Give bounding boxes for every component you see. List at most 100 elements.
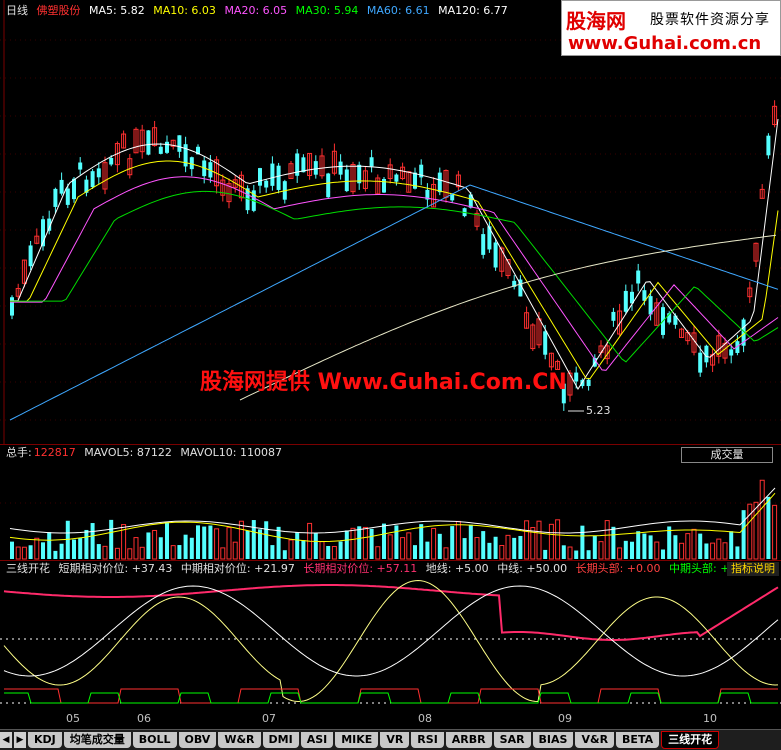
low-price-label: 5.23 bbox=[586, 404, 611, 417]
candle-down bbox=[698, 352, 703, 373]
period-label: 日线 bbox=[6, 4, 28, 17]
volume-bar-down bbox=[437, 533, 442, 559]
volume-bar-down bbox=[493, 536, 498, 559]
volume-bar-down bbox=[586, 550, 591, 559]
ma20-line bbox=[10, 176, 779, 371]
volume-bar-up bbox=[716, 538, 722, 560]
candle-down bbox=[574, 372, 579, 382]
candle-down bbox=[72, 178, 76, 200]
tab-dmi[interactable]: DMI bbox=[262, 732, 299, 748]
candle-down bbox=[270, 163, 275, 186]
tab-three-line[interactable]: 三线开花 bbox=[661, 731, 720, 749]
candle-down bbox=[344, 169, 349, 192]
volume-bar-down bbox=[78, 538, 83, 559]
month-label: 05 bbox=[66, 712, 80, 725]
volume-bar-up bbox=[617, 547, 623, 560]
candle-down bbox=[382, 178, 386, 193]
volume-bar-down bbox=[543, 549, 548, 559]
volume-bar-down bbox=[382, 523, 386, 559]
tab-bias[interactable]: BIAS bbox=[532, 732, 574, 748]
volume-bar-down bbox=[369, 528, 374, 559]
tab-obv[interactable]: OBV bbox=[178, 732, 217, 748]
volume-bar-up bbox=[331, 546, 337, 560]
candle-down bbox=[109, 157, 114, 165]
volume-bar-down bbox=[270, 545, 275, 559]
tab-avg-volume[interactable]: 均笔成交量 bbox=[63, 732, 131, 748]
volume-bar-down bbox=[741, 510, 746, 559]
center-watermark: 股海网提供 Www.Guhai.Com.CN bbox=[200, 370, 567, 395]
tab-sar[interactable]: SAR bbox=[493, 732, 531, 748]
tab-asi[interactable]: ASI bbox=[300, 732, 334, 748]
month-label: 09 bbox=[558, 712, 572, 725]
indicator-ground: 地线: +5.00 bbox=[425, 562, 489, 575]
volume-bar-down bbox=[642, 533, 647, 559]
watermark-slogan: 股票软件资源分享 bbox=[650, 12, 770, 28]
volume-bar-down bbox=[301, 540, 306, 559]
volume-pane[interactable]: 总手: 122817 MAVOL5: 87122 MAVOL10: 110087 … bbox=[0, 444, 781, 560]
volume-bar-up bbox=[238, 520, 244, 560]
volume-bar-down bbox=[264, 521, 269, 559]
short-term-line bbox=[3, 579, 779, 703]
candle-down bbox=[28, 245, 33, 267]
volume-bar-down bbox=[413, 545, 417, 559]
volume-bar-up bbox=[133, 537, 139, 560]
tab-wr[interactable]: W&R bbox=[218, 732, 261, 748]
volume-bar-up bbox=[536, 520, 542, 560]
tab-rsi[interactable]: RSI bbox=[411, 732, 444, 748]
volume-bar-up bbox=[362, 526, 368, 560]
volume-bar-up bbox=[406, 532, 412, 560]
mavol10-label: MAVOL10: 110087 bbox=[180, 446, 282, 459]
tab-beta[interactable]: BETA bbox=[616, 732, 660, 748]
volume-bar-down bbox=[72, 539, 76, 559]
indicator-help-button[interactable]: 指标说明 bbox=[727, 562, 779, 576]
volume-bar-up bbox=[288, 539, 294, 560]
volume-bar-up bbox=[772, 504, 778, 560]
indicator-tab-bar: ◀ ▶ KDJ 均笔成交量 BOLL OBV W&R DMI ASI MIKE … bbox=[0, 729, 781, 750]
three-line-chart[interactable] bbox=[0, 561, 781, 711]
volume-bar-up bbox=[691, 528, 697, 560]
volume-bar-down bbox=[623, 540, 628, 559]
indicator-name: 三线开花 bbox=[6, 562, 50, 575]
volume-bar-down bbox=[276, 526, 281, 559]
volume-indicator-selector[interactable]: 成交量 bbox=[681, 447, 773, 463]
volume-bar-up bbox=[747, 503, 753, 560]
scroll-left-icon[interactable]: ◀ bbox=[0, 732, 12, 748]
stock-name[interactable]: 佛塑股份 bbox=[37, 4, 81, 17]
candle-down bbox=[90, 171, 95, 188]
tab-boll[interactable]: BOLL bbox=[132, 732, 177, 748]
candle-down bbox=[586, 379, 591, 387]
volume-chart[interactable] bbox=[0, 445, 781, 561]
mavol10-line bbox=[9, 492, 776, 542]
candle-down bbox=[394, 174, 399, 182]
candle-down bbox=[65, 188, 70, 205]
tab-vr2[interactable]: V&R bbox=[575, 732, 615, 748]
volume-bar-up bbox=[139, 546, 145, 560]
candle-down bbox=[493, 242, 498, 268]
ma5-label: MA5: 5.82 bbox=[89, 4, 145, 17]
indicator-pane[interactable]: 三线开花 短期相对价位: +37.43 中期相对价位: +21.97 长期相对价… bbox=[0, 560, 781, 710]
month-label: 06 bbox=[137, 712, 151, 725]
volume-bar-up bbox=[350, 527, 356, 560]
mavol5-line bbox=[9, 487, 776, 534]
tab-arbr[interactable]: ARBR bbox=[445, 732, 492, 748]
tab-mike[interactable]: MIKE bbox=[335, 732, 379, 748]
price-pane[interactable]: 日线 佛塑股份 MA5: 5.82 MA10: 6.03 MA20: 6.05 … bbox=[0, 0, 781, 444]
volume-bar-down bbox=[661, 549, 665, 559]
mid-term-line bbox=[3, 585, 779, 677]
volume-bar-up bbox=[102, 545, 108, 560]
volume-bar-up bbox=[710, 542, 716, 560]
volume-bar-down bbox=[766, 496, 771, 559]
volume-bar-down bbox=[729, 531, 734, 559]
volume-bar-down bbox=[357, 526, 362, 559]
tab-kdj[interactable]: KDJ bbox=[28, 732, 62, 748]
scroll-right-icon[interactable]: ▶ bbox=[14, 732, 26, 748]
volume-bar-up bbox=[455, 520, 461, 560]
volume-bar-up bbox=[759, 479, 765, 560]
indicator-center: 中线: +50.00 bbox=[497, 562, 568, 575]
volume-bar-down bbox=[202, 526, 207, 559]
volume-bar-down bbox=[295, 532, 300, 559]
long-term-line bbox=[3, 584, 779, 641]
volume-bar-up bbox=[443, 547, 449, 560]
tab-vr[interactable]: VR bbox=[380, 732, 410, 748]
volume-bar-down bbox=[84, 529, 89, 559]
